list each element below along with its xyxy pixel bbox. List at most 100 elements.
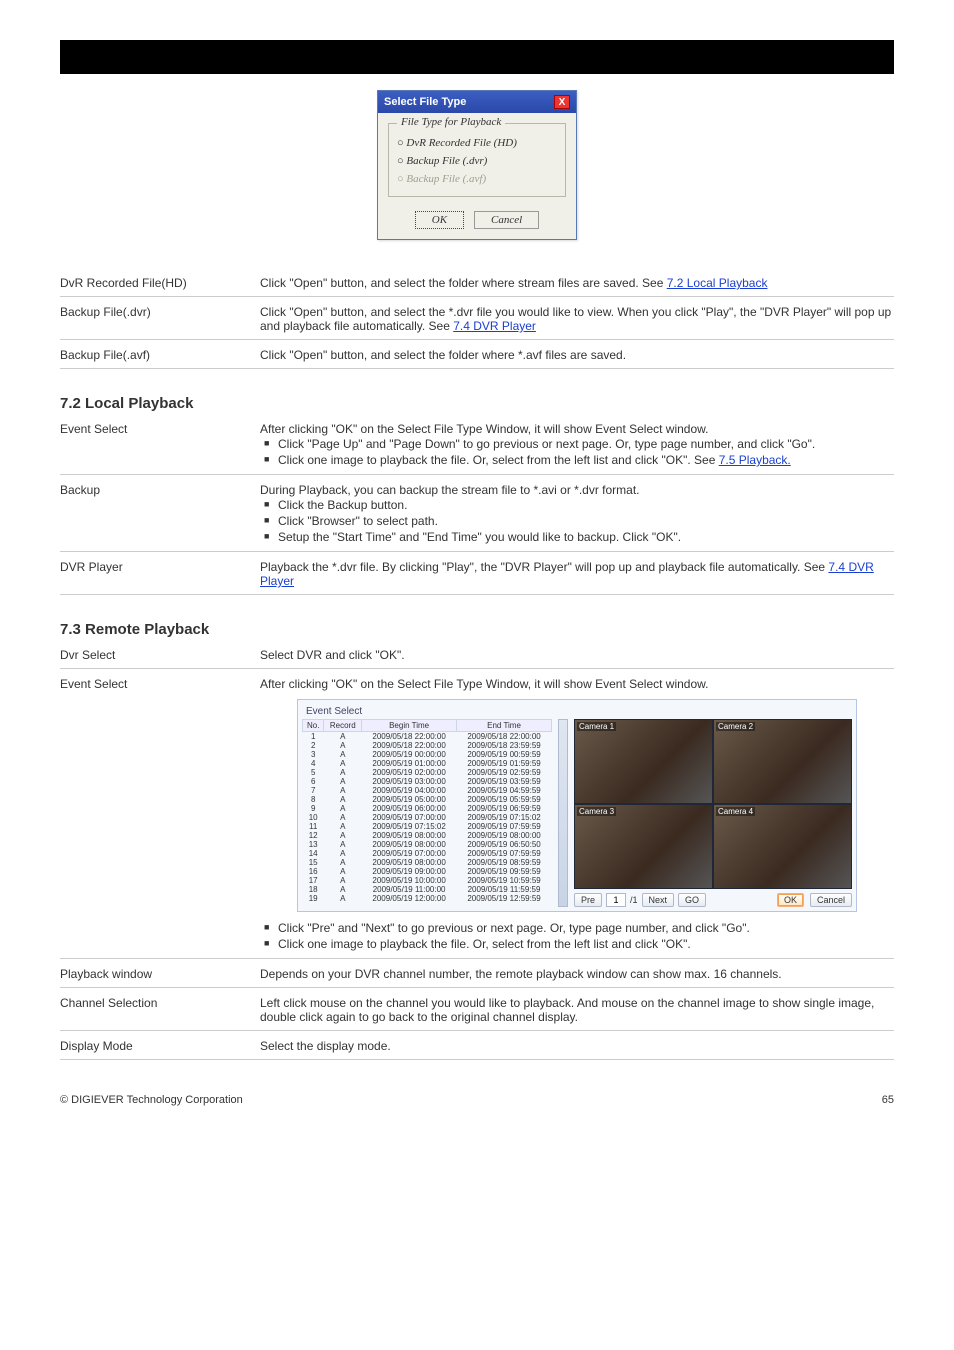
table-row[interactable]: 1A2009/05/18 22:00:002009/05/18 22:00:00 <box>303 732 552 742</box>
go-button[interactable]: GO <box>678 893 706 907</box>
local-text-event-select: After clicking "OK" on the Select File T… <box>260 422 894 436</box>
camera-cell-2[interactable]: Camera 2 <box>713 719 852 804</box>
radio-hd-label: DvR Recorded File (HD) <box>406 137 516 149</box>
bullet-text: Click "Pre" and "Next" to go previous or… <box>278 920 894 936</box>
table-row[interactable]: 18A2009/05/19 11:00:002009/05/19 11:59:5… <box>303 885 552 894</box>
camera-preview-grid: Camera 1 Camera 2 Camera 3 Camera 4 <box>574 719 852 889</box>
label-dvr: Backup File(.dvr) <box>60 299 260 339</box>
table-row[interactable]: 15A2009/05/19 08:00:002009/05/19 08:59:5… <box>303 858 552 867</box>
link-playback[interactable]: 7.5 Playback. <box>719 453 791 467</box>
link-dvr-player[interactable]: 7.4 DVR Player <box>453 319 536 333</box>
radio-dvr[interactable]: ○ Backup File (.dvr) <box>397 152 557 170</box>
table-row[interactable]: 17A2009/05/19 10:00:002009/05/19 10:59:5… <box>303 876 552 885</box>
table-row[interactable]: 13A2009/05/19 08:00:002009/05/19 06:50:5… <box>303 840 552 849</box>
file-type-groupbox: File Type for Playback ○ DvR Recorded Fi… <box>388 123 566 197</box>
table-row[interactable]: 16A2009/05/19 09:00:002009/05/19 09:59:5… <box>303 867 552 876</box>
bullet-text: Click one image to playback the file. Or… <box>278 453 719 467</box>
table-row[interactable]: 19A2009/05/19 12:00:002009/05/19 12:59:5… <box>303 894 552 903</box>
table-row[interactable]: 6A2009/05/19 03:00:002009/05/19 03:59:59 <box>303 777 552 786</box>
local-text-backup: During Playback, you can backup the stre… <box>260 483 894 497</box>
remote-event-bullets: Click "Pre" and "Next" to go previous or… <box>260 920 894 952</box>
remote-text-event-select: After clicking "OK" on the Select File T… <box>260 677 894 691</box>
close-icon[interactable]: X <box>554 95 570 109</box>
local-event-bullets: Click "Page Up" and "Page Down" to go pr… <box>260 436 894 468</box>
camera-cell-3[interactable]: Camera 3 <box>574 804 713 889</box>
local-text-dvrplayer: Playback the *.dvr file. By clicking "Pl… <box>260 560 828 574</box>
camera-cell-4[interactable]: Camera 4 <box>713 804 852 889</box>
text-avf: Click "Open" button, and select the fold… <box>260 342 894 368</box>
column-header[interactable]: No. <box>303 720 324 732</box>
table-row[interactable]: 10A2009/05/19 07:00:002009/05/19 07:15:0… <box>303 813 552 822</box>
column-header[interactable]: End Time <box>457 720 552 732</box>
page-total: /1 <box>630 895 638 905</box>
event-table-area: No.RecordBegin TimeEnd Time 1A2009/05/18… <box>302 719 552 907</box>
page-input[interactable] <box>606 893 626 907</box>
scrollbar-icon[interactable] <box>558 719 568 907</box>
camera-cell-1[interactable]: Camera 1 <box>574 719 713 804</box>
column-header[interactable]: Record <box>324 720 362 732</box>
table-row[interactable]: 9A2009/05/19 06:00:002009/05/19 06:59:59 <box>303 804 552 813</box>
remote-row-channel-selection: Channel Selection Left click mouse on th… <box>60 990 894 1031</box>
remote-row-dvr-select: Dvr Select Select DVR and click "OK". <box>60 642 894 669</box>
table-row[interactable]: 3A2009/05/19 00:00:002009/05/19 00:59:59 <box>303 750 552 759</box>
remote-row-event-select: Event Select After clicking "OK" on the … <box>60 671 894 959</box>
event-table[interactable]: No.RecordBegin TimeEnd Time 1A2009/05/18… <box>302 719 552 903</box>
radio-avf: ○ Backup File (.avf) <box>397 170 557 188</box>
remote-text-playback-window: Depends on your DVR channel number, the … <box>260 961 894 987</box>
row-hd: DvR Recorded File(HD) Click "Open" butto… <box>60 270 894 297</box>
radio-hd[interactable]: ○ DvR Recorded File (HD) <box>397 134 557 152</box>
table-row[interactable]: 12A2009/05/19 08:00:002009/05/19 08:00:0… <box>303 831 552 840</box>
bullet-text: Click one image to playback the file. Or… <box>278 936 894 952</box>
camera-label: Camera 1 <box>577 722 616 731</box>
text-dvr: Click "Open" button, and select the *.dv… <box>260 299 894 339</box>
camera-label: Camera 4 <box>716 807 755 816</box>
local-row-dvrplayer: DVR Player Playback the *.dvr file. By c… <box>60 554 894 595</box>
event-cancel-button[interactable]: Cancel <box>810 893 852 907</box>
table-row[interactable]: 5A2009/05/19 02:00:002009/05/19 02:59:59 <box>303 768 552 777</box>
remote-row-display-mode: Display Mode Select the display mode. <box>60 1033 894 1060</box>
remote-label-event-select: Event Select <box>60 671 260 958</box>
dialog-title-text: Select File Type <box>384 96 466 108</box>
table-row[interactable]: 4A2009/05/19 01:00:002009/05/19 01:59:59 <box>303 759 552 768</box>
table-row[interactable]: 8A2009/05/19 05:00:002009/05/19 05:59:59 <box>303 795 552 804</box>
table-row[interactable]: 7A2009/05/19 04:00:002009/05/19 04:59:59 <box>303 786 552 795</box>
event-select-panel: Event Select No.RecordBegin TimeEnd Time… <box>297 699 857 912</box>
column-header[interactable]: Begin Time <box>362 720 457 732</box>
link-local-playback[interactable]: 7.2 Local Playback <box>667 276 768 290</box>
select-file-type-dialog: Select File Type X File Type for Playbac… <box>377 90 577 240</box>
local-label-event-select: Event Select <box>60 416 260 474</box>
heading-local-playback: 7.2 Local Playback <box>60 395 894 412</box>
table-row[interactable]: 11A2009/05/19 07:15:022009/05/19 07:59:5… <box>303 822 552 831</box>
label-hd: DvR Recorded File(HD) <box>60 270 260 296</box>
heading-remote-playback: 7.3 Remote Playback <box>60 621 894 638</box>
local-row-event-select: Event Select After clicking "OK" on the … <box>60 416 894 475</box>
camera-label: Camera 2 <box>716 722 755 731</box>
header-black-bar <box>60 40 894 74</box>
ok-button[interactable]: OK <box>415 211 464 229</box>
radio-dvr-label: Backup File (.dvr) <box>406 155 487 167</box>
page-footer: © DIGIEVER Technology Corporation 65 <box>60 1086 894 1106</box>
local-label-dvrplayer: DVR Player <box>60 554 260 594</box>
next-button[interactable]: Next <box>642 893 675 907</box>
event-ok-button[interactable]: OK <box>777 893 804 907</box>
label-avf: Backup File(.avf) <box>60 342 260 368</box>
local-backup-bullets: Click the Backup button. Click "Browser"… <box>260 497 894 545</box>
text-hd: Click "Open" button, and select the fold… <box>260 270 894 296</box>
cancel-button[interactable]: Cancel <box>474 211 539 229</box>
remote-text-display-mode: Select the display mode. <box>260 1033 894 1059</box>
table-row[interactable]: 2A2009/05/18 22:00:002009/05/18 23:59:59 <box>303 741 552 750</box>
remote-label-dvr-select: Dvr Select <box>60 642 260 668</box>
remote-label-display-mode: Display Mode <box>60 1033 260 1059</box>
remote-label-playback-window: Playback window <box>60 961 260 987</box>
pager: Pre /1 Next GO <box>574 889 706 907</box>
pre-button[interactable]: Pre <box>574 893 602 907</box>
event-ok-cancel: OK Cancel <box>777 889 852 907</box>
row-dvr: Backup File(.dvr) Click "Open" button, a… <box>60 299 894 340</box>
event-panel-title: Event Select <box>302 704 852 719</box>
table-row[interactable]: 14A2009/05/19 07:00:002009/05/19 07:59:5… <box>303 849 552 858</box>
remote-text-channel-selection: Left click mouse on the channel you woul… <box>260 990 894 1030</box>
bullet-text: Click the Backup button. <box>278 497 894 513</box>
remote-text-dvr-select: Select DVR and click "OK". <box>260 642 894 668</box>
bullet-text: Click "Browser" to select path. <box>278 513 894 529</box>
bullet-text: Setup the "Start Time" and "End Time" yo… <box>278 529 894 545</box>
